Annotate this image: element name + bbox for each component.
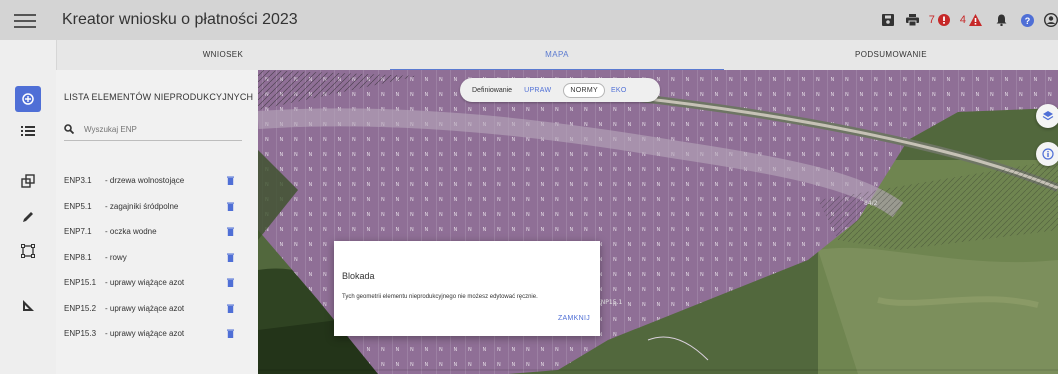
- enp-label: ENP15.1: [597, 299, 622, 306]
- copy-shapes-icon[interactable]: [15, 168, 41, 194]
- list-item[interactable]: ENP15.3 - uprawy wiążące azot: [64, 321, 254, 347]
- select-area-icon[interactable]: [15, 238, 41, 264]
- dialog-message: Tych geometrii elementu nieprodukcyjnego…: [342, 294, 538, 300]
- delete-icon[interactable]: [227, 278, 237, 288]
- top-bar: Kreator wniosku o płatności 2023 7 4 ?: [0, 0, 1058, 40]
- dialog-title: Blokada: [342, 271, 375, 281]
- header-actions: 7 4 ?: [873, 8, 1058, 32]
- list-icon[interactable]: [15, 118, 41, 144]
- enp-code: ENP7.1: [64, 227, 92, 237]
- account-icon[interactable]: [1044, 13, 1058, 27]
- list-item[interactable]: ENP5.1 - zagajniki śródpolne: [64, 194, 254, 220]
- app-title: Kreator wniosku o płatności 2023: [62, 11, 298, 28]
- error-indicator[interactable]: 7: [929, 14, 950, 26]
- pencil-icon[interactable]: [15, 204, 41, 230]
- enp-code: ENP3.1: [64, 176, 92, 186]
- delete-icon[interactable]: [227, 304, 237, 313]
- tab-podsumowanie[interactable]: PODSUMOWANIE: [724, 40, 1058, 70]
- enp-code: ENP8.1: [64, 252, 92, 262]
- tab-wniosek[interactable]: WNIOSEK: [56, 40, 390, 70]
- info-icon[interactable]: [1036, 142, 1058, 166]
- tab-mapa[interactable]: MAPA: [390, 40, 724, 71]
- mode-normy[interactable]: NORMY: [563, 82, 605, 98]
- list-item[interactable]: ENP15.1 - uprawy wiążące azot: [64, 270, 254, 296]
- search-input[interactable]: [82, 123, 236, 135]
- search-icon: [64, 124, 74, 134]
- delete-icon[interactable]: [227, 176, 237, 186]
- enp-name: - zagajniki śródpolne: [105, 201, 179, 211]
- help-icon[interactable]: ?: [1021, 13, 1034, 27]
- list-item[interactable]: ENP3.1 - drzewa wolnostojące: [64, 168, 254, 194]
- measure-triangle-icon[interactable]: [15, 292, 41, 318]
- notifications-icon[interactable]: [996, 14, 1007, 26]
- print-icon[interactable]: [905, 14, 919, 26]
- warning-count: 4: [959, 14, 966, 26]
- delete-icon[interactable]: [227, 202, 237, 211]
- enp-name: - oczka wodne: [105, 227, 157, 237]
- search-box: [64, 118, 242, 141]
- error-icon: [937, 14, 950, 26]
- warning-icon: [969, 14, 982, 26]
- warning-indicator[interactable]: 4: [960, 14, 982, 26]
- blocked-dialog: Blokada Tych geometrii elementu nieprodu…: [334, 241, 600, 336]
- enp-list-panel: LISTA ELEMENTÓW NIEPRODUKCYJNYCH ENP3.1 …: [56, 70, 258, 374]
- layers-stack-icon[interactable]: [15, 86, 41, 112]
- layers-icon[interactable]: [1036, 104, 1058, 128]
- enp-name: - rowy: [105, 252, 127, 262]
- enp-code: ENP15.3: [64, 329, 97, 339]
- mode-upraw[interactable]: UPRAW: [518, 84, 557, 97]
- enp-name: - uprawy wiążące azot: [105, 303, 185, 313]
- error-count: 7: [928, 14, 935, 26]
- delete-icon[interactable]: [227, 253, 237, 262]
- main-tabs: WNIOSEK MAPA PODSUMOWANIE: [56, 40, 1058, 71]
- enp-code: ENP15.1: [64, 278, 97, 288]
- delete-icon[interactable]: [227, 329, 237, 339]
- hamburger-menu-icon[interactable]: [14, 10, 36, 30]
- parcel-label: 84/2: [864, 200, 878, 207]
- enp-code: ENP15.2: [64, 303, 97, 313]
- definition-mode-toggle: Definiowanie UPRAW NORMY EKO: [460, 78, 660, 102]
- list-item[interactable]: ENP15.2 - uprawy wiążące azot: [64, 296, 254, 322]
- enp-list: ENP3.1 - drzewa wolnostojące ENP5.1 - za…: [64, 168, 254, 347]
- list-item[interactable]: ENP8.1 - rowy: [64, 245, 254, 271]
- enp-name: - uprawy wiążące azot: [105, 329, 185, 339]
- save-icon[interactable]: [881, 14, 894, 26]
- delete-icon[interactable]: [227, 227, 237, 237]
- close-button[interactable]: ZAMKNIJ: [554, 311, 594, 326]
- definition-label: Definiowanie: [472, 86, 513, 94]
- mode-eko[interactable]: EKO: [605, 84, 633, 97]
- enp-name: - uprawy wiążące azot: [105, 278, 185, 288]
- enp-name: - drzewa wolnostojące: [105, 176, 185, 186]
- panel-title: LISTA ELEMENTÓW NIEPRODUKCYJNYCH: [64, 92, 254, 102]
- list-item[interactable]: ENP7.1 - oczka wodne: [64, 219, 254, 245]
- svg-text:?: ?: [1025, 16, 1031, 26]
- tool-rail: [0, 40, 57, 374]
- enp-code: ENP5.1: [64, 201, 92, 211]
